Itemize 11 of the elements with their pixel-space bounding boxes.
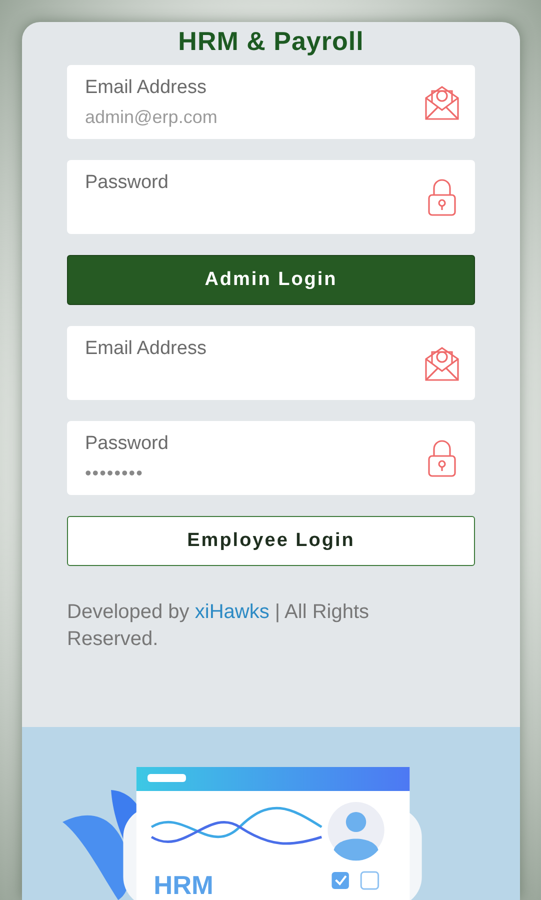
field-label: Email Address [85,338,208,360]
password-input[interactable]: •••••••• [85,462,423,484]
employee-login-button[interactable]: Employee Login [67,516,475,566]
email-input[interactable]: admin@erp.com [85,106,423,128]
admin-login-button[interactable]: Admin Login [67,255,475,305]
picture: HRM [22,727,520,900]
footer-text: Developed by xiHawks | All Rights Reserved. [67,600,370,652]
field-label: Password [85,432,170,454]
field-label: Password [85,172,170,194]
field-label: Email Address [85,76,208,98]
app-title: HRM & Payroll [177,26,365,57]
